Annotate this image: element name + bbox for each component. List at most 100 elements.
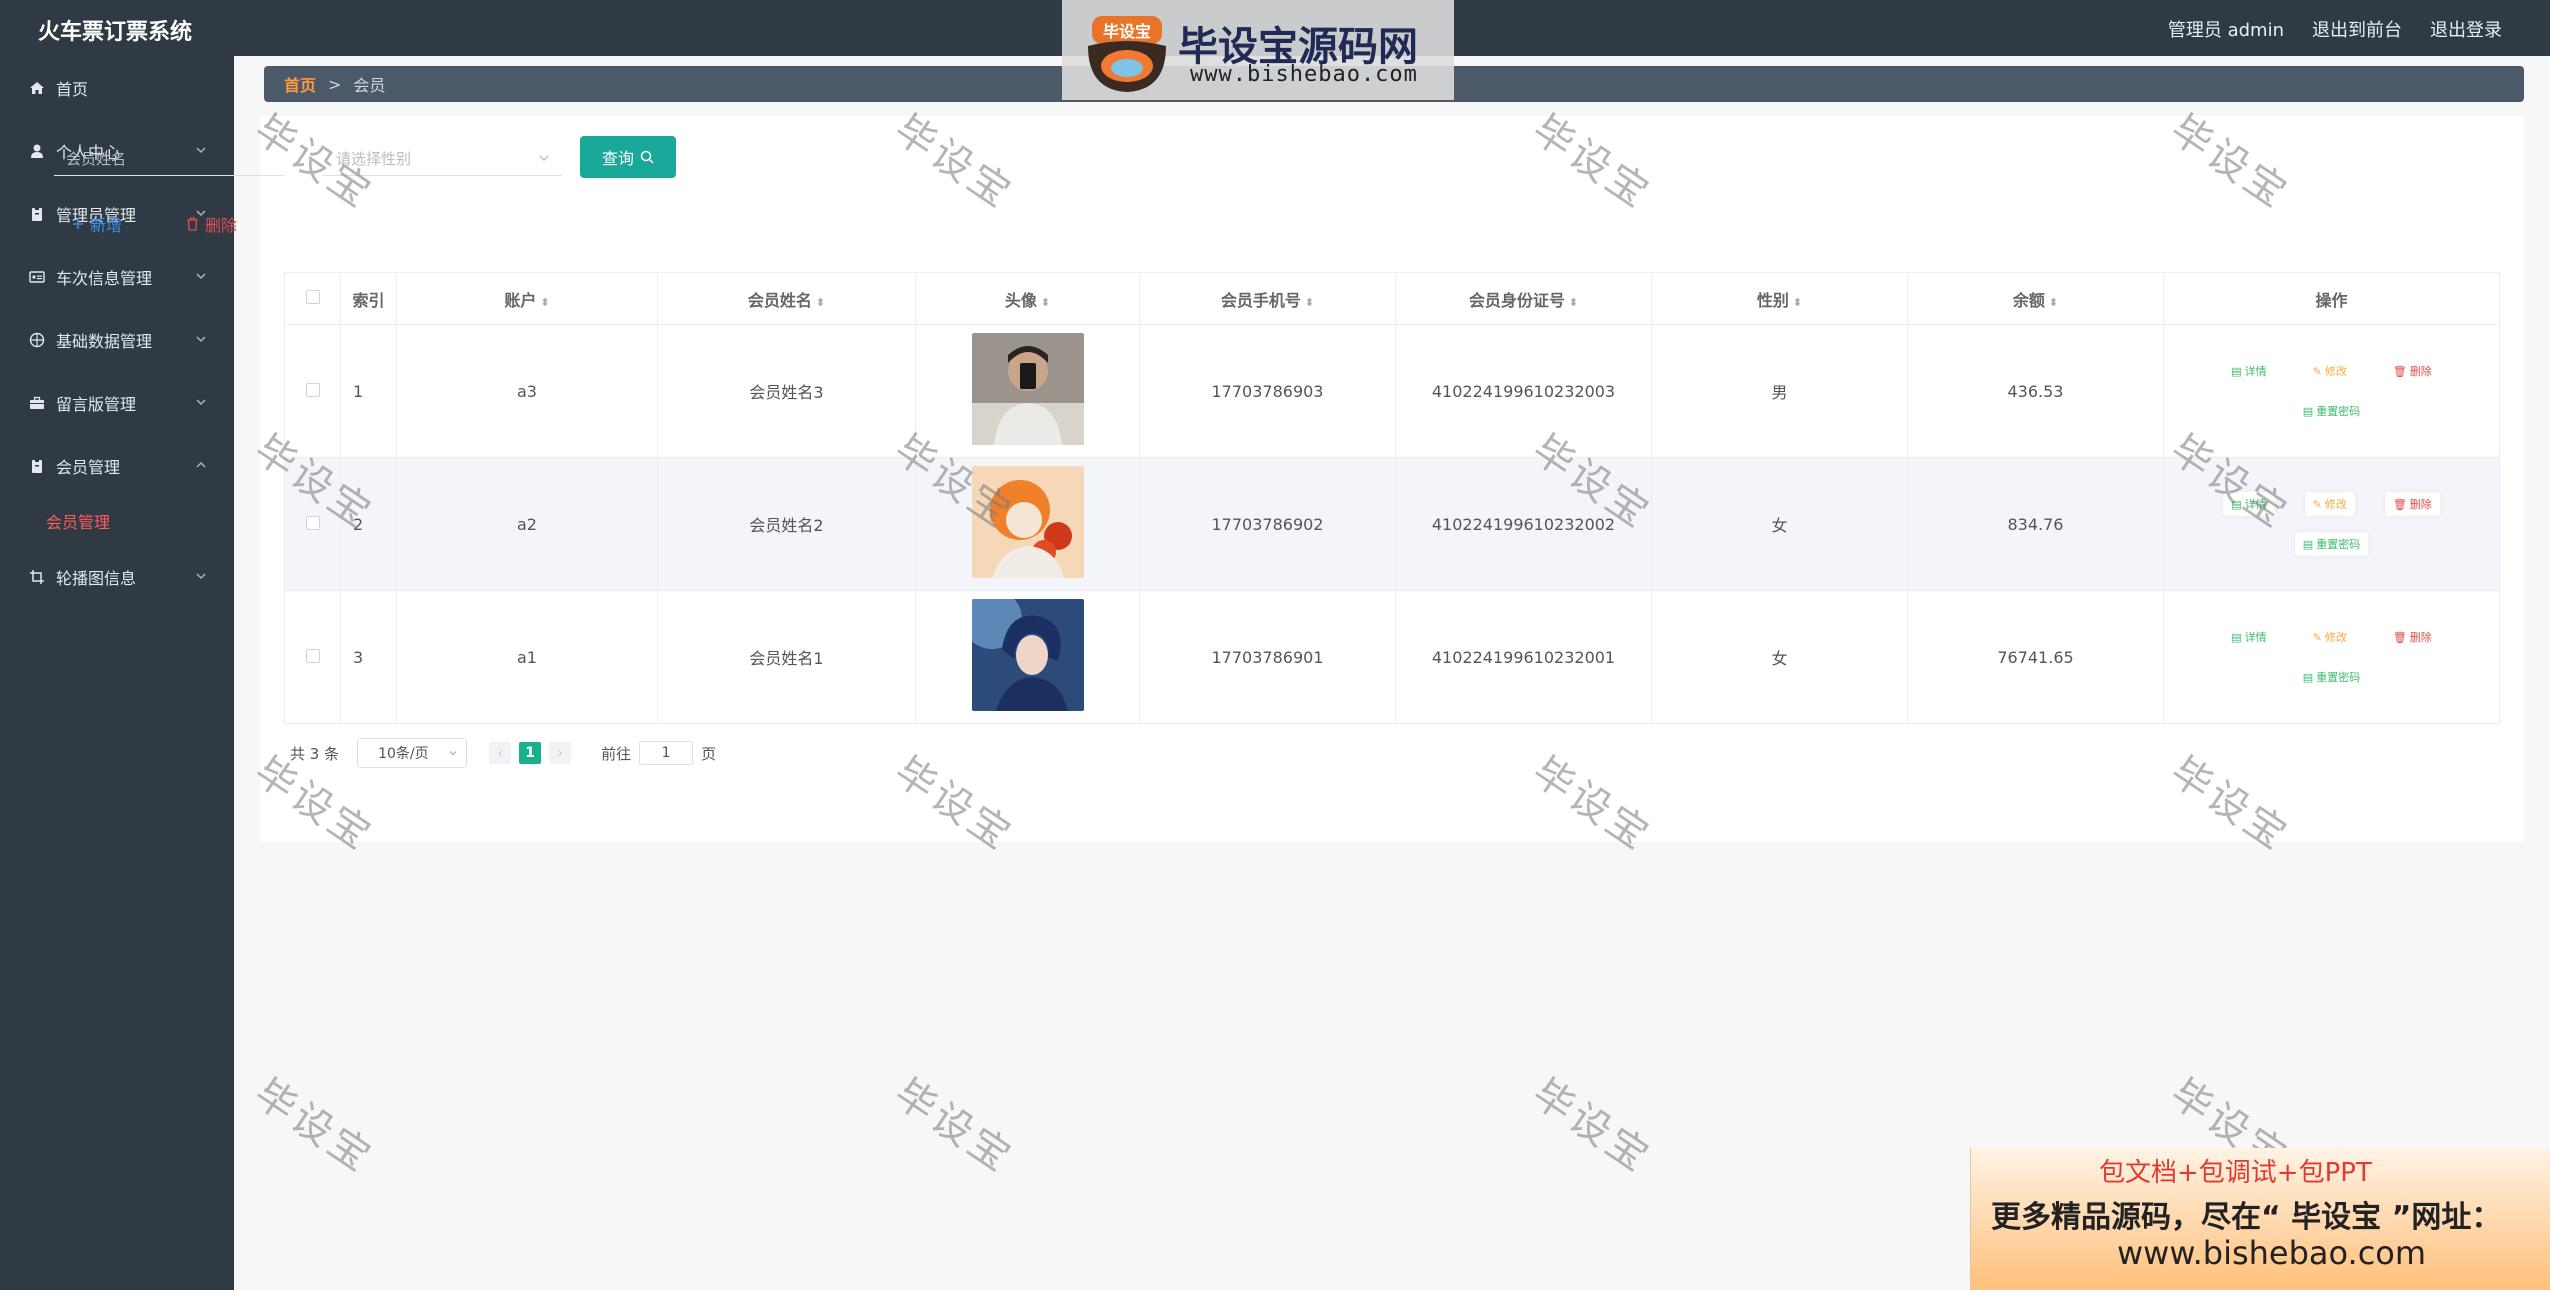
sidebar-item-label: 留言版管理 [56,394,137,414]
col-header-balance[interactable]: 余额 ⬍ [1907,272,2164,325]
doc-icon: ▤ [2302,537,2314,551]
delete-button[interactable]: 🗑 删除 [2385,359,2440,383]
watermark-logo-banner: 毕设宝 毕设宝源码网 www.bishebao.com [1062,0,1454,100]
page-size-select[interactable]: 10条/页 [357,738,468,768]
detail-button[interactable]: ▤ 详情 [2223,492,2275,516]
col-header-name[interactable]: 会员姓名 ⬍ [657,272,916,325]
sidebar-item-basic-data[interactable]: 基础数据管理 [0,308,234,371]
select-all-checkbox[interactable] [305,290,320,304]
row-checkbox[interactable] [305,648,320,663]
app-title: 火车票订票系统 [38,20,193,45]
batch-delete-button[interactable]: 删除 [186,212,237,236]
breadcrumb-current: 会员 [353,76,386,95]
edit-button[interactable]: ✎ 修改 [2305,359,2355,383]
col-header-account[interactable]: 账户 ⬍ [396,272,658,325]
delete-button[interactable]: 🗑 删除 [2385,625,2440,649]
goto-suffix: 页 [701,744,717,763]
doc-icon: ▤ [2231,364,2242,378]
row-checkbox[interactable] [305,382,320,397]
phone-cell: 17703786901 [1139,590,1396,724]
select-all-cell[interactable] [284,272,341,325]
prev-page-button[interactable]: ‹ [489,742,512,764]
logout-link[interactable]: 退出登录 [2430,16,2502,42]
sidebar: 首页 个人中心 管理员管理 车次信息管理 基础数据管理 留言版管理 会员管理 会… [0,56,234,1290]
breadcrumb-home[interactable]: 首页 [284,72,316,96]
avatar-cell [915,590,1140,724]
doc-icon: ▤ [2302,670,2314,684]
table-header-row: 索引 账户 ⬍ 会员姓名 ⬍ 头像 ⬍ 会员手机号 ⬍ 会员身份证号 ⬍ 性别 ⬍ 余额 ⬍ … [284,272,2500,325]
name-cell: 会员姓名3 [657,324,916,458]
page-number-current[interactable]: 1 [519,742,542,764]
avatar[interactable] [971,466,1084,578]
reset-password-button[interactable]: ▤ 重置密码 [2295,399,2368,423]
avatar[interactable] [971,599,1084,711]
col-header-avatar[interactable]: 头像 ⬍ [915,272,1140,325]
detail-label: 详情 [2244,631,2267,644]
submenu-item-member-management[interactable]: 会员管理 [0,497,234,545]
goto-prefix: 前往 [601,744,632,763]
sidebar-item-label: 基础数据管理 [56,331,153,351]
next-page-button[interactable]: › [549,742,572,764]
row-select-cell[interactable] [284,590,341,724]
detail-button[interactable]: ▤ 详情 [2223,625,2274,649]
sort-icon[interactable]: ⬍ [2049,296,2058,309]
reset-password-button[interactable]: ▤ 重置密码 [2295,665,2368,689]
col-header-gender[interactable]: 性别 ⬍ [1651,272,1908,325]
phone-cell: 17703786903 [1139,324,1396,458]
col-header-idcard[interactable]: 会员身份证号 ⬍ [1395,272,1652,325]
exit-to-front-link[interactable]: 退出到前台 [2312,16,2402,42]
sidebar-item-label: 首页 [56,79,89,99]
plus-icon [73,219,83,229]
trash-icon: 🗑 [2392,364,2407,378]
avatar[interactable] [971,333,1084,445]
sidebar-item-label: 会员管理 [56,457,121,477]
row-select-cell[interactable] [284,324,341,458]
goto-page-input[interactable]: 1 [639,741,694,765]
edit-label: 修改 [2324,498,2347,511]
reset-label: 重置密码 [2316,538,2361,551]
sort-icon[interactable]: ⬍ [1305,296,1314,309]
sort-icon[interactable]: ⬍ [816,296,825,309]
edit-button[interactable]: ✎ 修改 [2305,625,2355,649]
sort-icon[interactable]: ⬍ [1041,296,1050,309]
edit-button[interactable]: ✎ 修改 [2304,492,2355,516]
trash-icon [187,217,198,231]
member-name-search-input[interactable]: 会员姓名 [54,140,284,176]
sidebar-item-member-management[interactable]: 会员管理 [0,434,234,497]
account-cell: a2 [396,457,658,591]
table-row: 1 a3 会员姓名3 17703786903 41022419961023200… [284,324,2500,458]
sidebar-item-home[interactable]: 首页 [0,56,234,119]
breadcrumb-separator: > [328,74,342,94]
gender-select-placeholder: 请选择性别 [336,150,412,168]
balance-cell: 436.53 [1907,324,2164,458]
clipboard-icon [28,457,46,475]
page-size-value: 10条/页 [378,746,429,762]
query-button[interactable]: 查询 [580,136,676,178]
col-header-label: 头像 [1004,290,1037,310]
balance-cell: 834.76 [1907,457,2164,591]
sort-icon[interactable]: ⬍ [1793,296,1802,309]
gender-cell: 男 [1651,324,1908,458]
row-ops: ▤ 详情 ✎ 修改 🗑 删除 ▤ 重置密码 [2202,492,2462,556]
row-ops: ▤ 详情 ✎ 修改 🗑 删除 ▤ 重置密码 [2202,359,2462,423]
sort-icon[interactable]: ⬍ [1569,296,1578,309]
sort-icon[interactable]: ⬍ [540,296,549,309]
reset-password-button[interactable]: ▤ 重置密码 [2294,532,2369,556]
sidebar-item-message-board[interactable]: 留言版管理 [0,371,234,434]
chevron-down-icon [449,751,457,756]
gender-cell: 女 [1651,590,1908,724]
detail-label: 详情 [2244,498,2267,511]
briefcase-icon [28,394,46,412]
add-button[interactable]: 新增 [72,212,122,236]
detail-button[interactable]: ▤ 详情 [2223,359,2274,383]
sidebar-item-carousel[interactable]: 轮播图信息 [0,545,234,608]
gender-select[interactable]: 请选择性别 [322,140,562,176]
row-select-cell[interactable] [284,457,341,591]
sidebar-item-train-management[interactable]: 车次信息管理 [0,245,234,308]
col-header-label: 性别 [1756,290,1789,310]
col-header-phone[interactable]: 会员手机号 ⬍ [1139,272,1396,325]
avatar-cell [915,324,1140,458]
idcard-cell: 410224199610232003 [1395,324,1652,458]
delete-button[interactable]: 🗑 删除 [2384,492,2440,516]
row-checkbox[interactable] [305,515,320,530]
